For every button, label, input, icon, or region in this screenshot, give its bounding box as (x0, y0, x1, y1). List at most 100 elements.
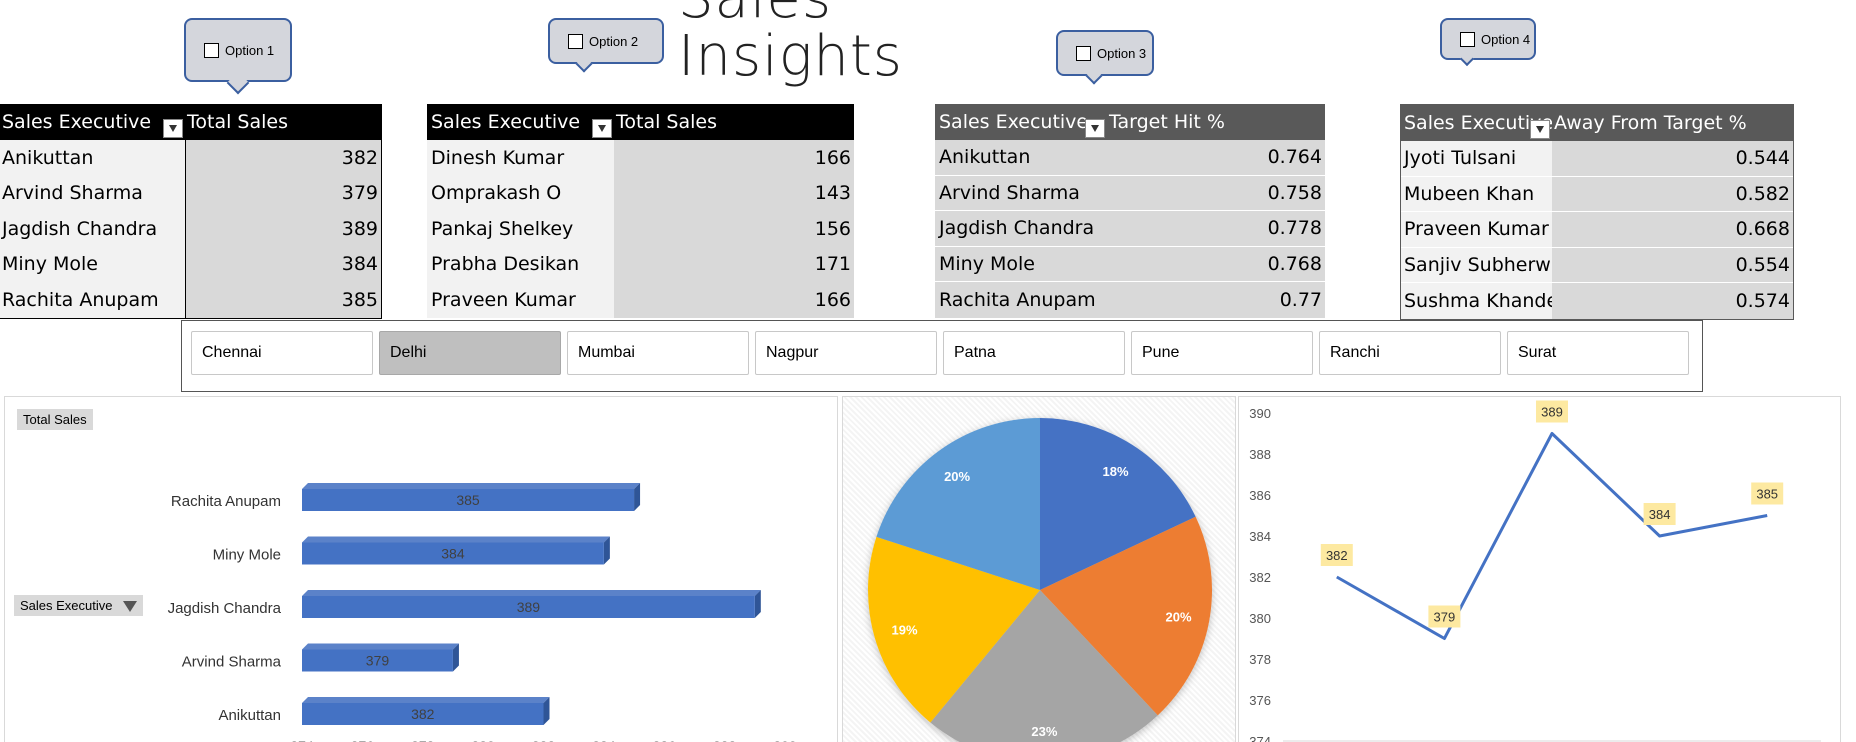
pivot-table-total-sales-2: Sales Executive Total Sales Dinesh Kumar… (427, 104, 854, 318)
column-header: Sales Executive (935, 104, 1107, 140)
slicer-item-delhi[interactable]: Delhi (379, 331, 561, 375)
column-header: Target Hit % (1109, 111, 1225, 133)
slicer-item-chennai[interactable]: Chennai (191, 331, 373, 375)
table-row[interactable]: Omprakash O 143 (427, 175, 854, 211)
bar-top-face (302, 697, 550, 703)
y-tick-label: 380 (1249, 611, 1271, 626)
option-2-label: Option 2 (589, 33, 639, 49)
line-data-label: 384 (1649, 507, 1671, 522)
cell-value: 171 (614, 246, 854, 282)
cell-value: 0.582 (1735, 182, 1790, 205)
bar-category-label: Anikuttan (218, 707, 281, 724)
table-row[interactable]: Miny Mole 384 (0, 246, 381, 282)
x-tick-label: 374 (290, 738, 314, 742)
column-header: Sales Executive (1401, 105, 1552, 141)
table-row[interactable]: Rachita Anupam 0.77 (935, 282, 1325, 318)
slicer-item-patna[interactable]: Patna (943, 331, 1125, 375)
bar-top-face (302, 643, 459, 650)
table-row[interactable]: Arvind Sharma 0.758 (935, 176, 1325, 211)
table-row[interactable]: Anikuttan 382 (0, 140, 381, 176)
cell-value: 0.764 (1267, 146, 1322, 169)
bar-data-label: 385 (456, 492, 480, 508)
cell-value: 166 (614, 140, 854, 176)
cell-value: 143 (614, 175, 854, 211)
table-row[interactable]: Mubeen Khan 0.582 (1401, 176, 1793, 212)
pie-data-label: 20% (944, 469, 970, 484)
table-row[interactable]: Sanjiv Subherwal 0.554 (1401, 247, 1793, 283)
x-tick-label: 384 (592, 738, 616, 742)
table-row[interactable]: Sushma Khandelwal 0.574 (1401, 283, 1793, 319)
checkbox-icon[interactable] (568, 33, 583, 49)
cell-value: 0.77 (1279, 288, 1322, 311)
column-header: Total Sales (616, 111, 717, 133)
cell-value: 382 (185, 140, 381, 176)
option-4-checkbox[interactable]: Option 4 (1440, 18, 1536, 67)
checkbox-icon[interactable] (204, 42, 219, 58)
pie-chart: 18% 20% 23% 19% 20% (868, 418, 1212, 742)
line-series (1336, 432, 1768, 640)
cell-name: Jagdish Chandra (0, 211, 185, 247)
table-row[interactable]: Prabha Desikan 171 (427, 246, 854, 282)
bar-top-face (302, 590, 761, 596)
bar-chart: Rachita Anupam 385 Miny Mole 384 Jagdish Cha… (168, 483, 797, 742)
table-row[interactable]: Rachita Anupam 385 (0, 282, 381, 318)
filter-dropdown-icon[interactable] (1085, 119, 1105, 138)
table-row[interactable]: Arvind Sharma 379 (0, 175, 381, 211)
filter-dropdown-icon[interactable] (1530, 120, 1550, 139)
checkbox-icon[interactable] (1460, 31, 1475, 47)
bar-category-label: Miny Mole (213, 547, 281, 564)
bar-chart-panel: Total Sales Sales Executive Rachita Anup… (4, 396, 838, 742)
x-tick-label: 380 (471, 738, 495, 742)
option-1-label: Option 1 (225, 42, 275, 58)
pie-slices (868, 418, 1212, 742)
slicer-item-nagpur[interactable]: Nagpur (755, 331, 937, 375)
option-1-checkbox[interactable]: Option 1 (184, 18, 292, 95)
table-row[interactable]: Anikuttan 0.764 (935, 140, 1325, 176)
cell-name: Anikuttan (0, 140, 185, 176)
table-row[interactable]: Miny Mole 0.768 (935, 247, 1325, 282)
slicer-item-surat[interactable]: Surat (1507, 331, 1689, 375)
cell-name: Sanjiv Subherwal (1401, 247, 1552, 282)
slicer-item-pune[interactable]: Pune (1131, 331, 1313, 375)
cell-value: 0.668 (1735, 218, 1790, 241)
pie-data-label: 20% (1166, 609, 1192, 624)
filter-dropdown-icon[interactable] (592, 119, 612, 138)
pie-chart-panel: 18% 20% 23% 19% 20% (842, 396, 1236, 742)
cell-name: Praveen Kumar (427, 282, 614, 318)
cell-name: Praveen Kumar (1401, 212, 1552, 247)
y-tick-label: 390 (1249, 406, 1271, 421)
table-row[interactable]: Pankaj Shelkey 156 (427, 211, 854, 247)
title-line-2: Insights (678, 24, 903, 89)
x-tick-label: 390 (773, 738, 797, 742)
cell-name: Jyoti Tulsani (1401, 141, 1552, 176)
line-data-label: 379 (1434, 610, 1456, 625)
option-2-checkbox[interactable]: Option 2 (548, 18, 664, 73)
y-tick-label: 386 (1249, 488, 1271, 503)
cell-value: 389 (185, 211, 381, 247)
y-tick-label: 374 (1249, 734, 1271, 742)
bar-data-label: 384 (441, 546, 465, 562)
cell-name: Dinesh Kumar (427, 140, 614, 176)
y-tick-label: 378 (1249, 652, 1271, 667)
table-row[interactable]: Jagdish Chandra 389 (0, 211, 381, 247)
pivot-table-target-hit: Sales Executive Target Hit % Anikuttan 0.… (935, 104, 1325, 318)
table-row[interactable]: Praveen Kumar 0.668 (1401, 212, 1793, 248)
table-row[interactable]: Dinesh Kumar 166 (427, 140, 854, 176)
table-row[interactable]: Jyoti Tulsani 0.544 (1401, 141, 1793, 177)
cell-name: Arvind Sharma (939, 181, 1080, 204)
pie-data-label: 18% (1103, 464, 1129, 479)
checkbox-icon[interactable] (1076, 45, 1091, 61)
table-row[interactable]: Praveen Kumar 166 (427, 282, 854, 318)
slicer-item-mumbai[interactable]: Mumbai (567, 331, 749, 375)
cell-value: 0.758 (1267, 181, 1322, 204)
slicer-item-ranchi[interactable]: Ranchi (1319, 331, 1501, 375)
city-slicer: Chennai Delhi Mumbai Nagpur Patna Pune R… (181, 320, 1703, 392)
bar-data-label: 389 (517, 599, 541, 615)
table-row[interactable]: Jagdish Chandra 0.778 (935, 211, 1325, 247)
cell-name: Miny Mole (0, 246, 185, 282)
option-3-checkbox[interactable]: Option 3 (1056, 30, 1154, 85)
line-chart: 374 376 378 380 382 384 386 388 390 382 379 389 384 3… (1249, 400, 1821, 742)
x-tick-label: 376 (351, 738, 375, 742)
filter-dropdown-icon[interactable] (163, 119, 183, 138)
cell-name: Arvind Sharma (0, 175, 185, 211)
